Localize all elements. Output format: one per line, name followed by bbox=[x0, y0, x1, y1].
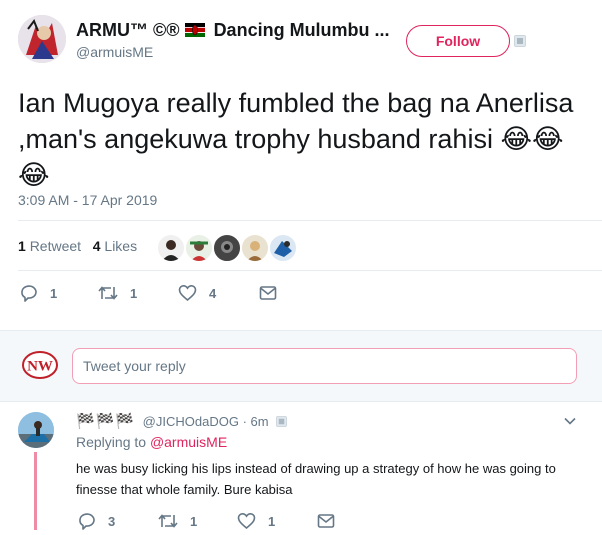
reply-reply-count: 3 bbox=[108, 513, 116, 529]
tweet-timestamp[interactable]: 3:09 AM - 17 Apr 2019 bbox=[18, 192, 157, 208]
retweet-icon bbox=[158, 514, 178, 528]
reply-icon bbox=[21, 285, 37, 302]
divider bbox=[18, 220, 602, 221]
image-placeholder-icon bbox=[276, 416, 288, 427]
kenya-flag-icon bbox=[184, 23, 205, 37]
replying-to-link[interactable]: @armuisME bbox=[150, 434, 227, 450]
author-avatar[interactable] bbox=[18, 15, 66, 63]
reply-author-line[interactable]: 🏁🏁🏁 @JICHOdaDOG · 6m bbox=[76, 412, 288, 430]
reply-count: 1 bbox=[50, 285, 58, 301]
retweet-icon bbox=[98, 286, 118, 300]
liker-avatar[interactable] bbox=[156, 233, 186, 263]
reply-like-count: 1 bbox=[268, 513, 276, 529]
retweet-action[interactable]: 1 bbox=[98, 284, 137, 302]
reply-retweet-count: 1 bbox=[190, 513, 198, 529]
chevron-down-icon[interactable] bbox=[563, 414, 577, 428]
author-handle[interactable]: @armuisME bbox=[76, 44, 153, 60]
user-menu-icon[interactable] bbox=[514, 35, 526, 47]
retweet-stat[interactable]: 1 Retweet bbox=[18, 238, 81, 254]
direct-message-action[interactable] bbox=[259, 284, 289, 302]
heart-icon bbox=[237, 512, 256, 530]
thread-line bbox=[34, 452, 37, 530]
author-name-part1: ARMU™ ©® bbox=[76, 20, 180, 40]
reply-author-flags: 🏁🏁🏁 bbox=[76, 413, 136, 430]
reply-text: he was busy licking his lips instead of … bbox=[76, 461, 556, 497]
tweet-text: Ian Mugoya really fumbled the bag na Ane… bbox=[18, 88, 574, 190]
reply-input[interactable]: Tweet your reply bbox=[72, 348, 577, 384]
retweet-count: 1 bbox=[130, 285, 138, 301]
logo-text: NW bbox=[27, 359, 53, 375]
liker-avatar[interactable] bbox=[240, 233, 270, 263]
reply-author-handle: @JICHOdaDOG bbox=[142, 414, 239, 429]
reply-like-action[interactable]: 1 bbox=[237, 512, 275, 530]
like-action[interactable]: 4 bbox=[178, 284, 216, 302]
replying-to: Replying to @armuisME bbox=[76, 434, 228, 450]
liker-avatar[interactable] bbox=[184, 233, 214, 263]
follow-button[interactable]: Follow bbox=[406, 25, 510, 57]
reply-icon bbox=[79, 513, 95, 530]
reply-author-avatar[interactable] bbox=[18, 412, 54, 448]
reply-direct-message-action[interactable] bbox=[317, 512, 347, 530]
likes-stat[interactable]: 4 Likes bbox=[93, 238, 137, 254]
reply-time[interactable]: 6m bbox=[251, 414, 269, 429]
reply-retweet-action[interactable]: 1 bbox=[158, 512, 197, 530]
user-avatar-logo[interactable]: NW bbox=[22, 351, 58, 379]
tweet-stats: 1 Retweet 4 Likes bbox=[18, 238, 137, 254]
envelope-icon bbox=[317, 514, 335, 528]
liker-avatar[interactable] bbox=[268, 233, 298, 263]
envelope-icon bbox=[259, 286, 277, 300]
author-name-part2: Dancing Mulumbu ... bbox=[213, 20, 390, 40]
heart-icon bbox=[178, 284, 197, 302]
reply-reply-action[interactable]: 3 bbox=[78, 512, 115, 530]
divider bbox=[18, 270, 602, 271]
author-display-name[interactable]: ARMU™ ©® Dancing Mulumbu ... bbox=[76, 20, 390, 41]
liker-avatar[interactable] bbox=[212, 233, 242, 263]
reply-action[interactable]: 1 bbox=[20, 284, 57, 302]
like-count: 4 bbox=[209, 285, 217, 301]
